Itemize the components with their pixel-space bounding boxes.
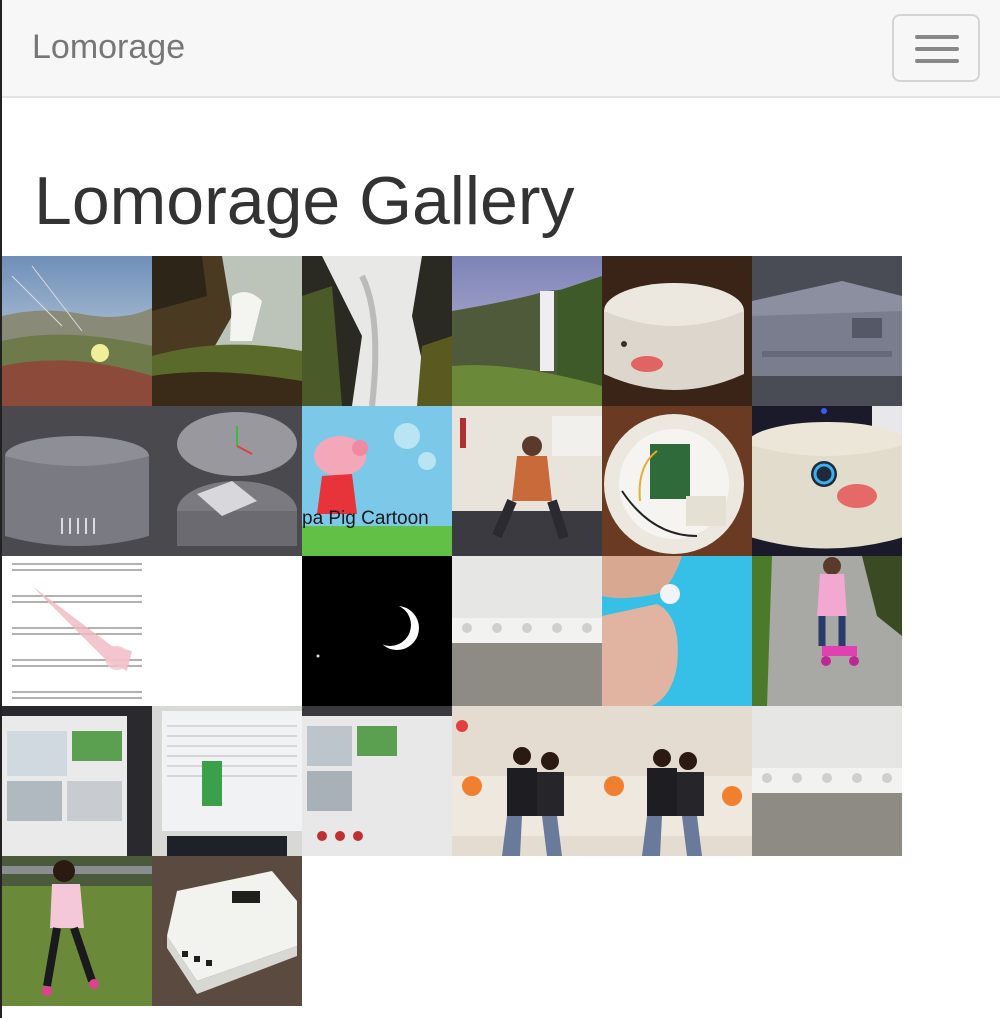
gallery-photo[interactable] xyxy=(452,706,602,856)
gallery-photo[interactable] xyxy=(602,256,752,406)
gallery-photo[interactable] xyxy=(152,256,302,406)
gallery-photo[interactable] xyxy=(752,406,902,556)
gallery-photo[interactable] xyxy=(152,856,302,1006)
gallery-photo[interactable] xyxy=(452,406,602,556)
gallery-photo[interactable]: pa Pig Cartoon xyxy=(302,406,452,556)
photo-caption-text: pa Pig Cartoon xyxy=(302,508,429,529)
gallery-photo[interactable] xyxy=(152,406,302,556)
window-edge xyxy=(0,0,2,1018)
menu-toggle-button[interactable] xyxy=(892,14,980,82)
gallery-photo[interactable] xyxy=(752,256,902,406)
gallery-photo[interactable] xyxy=(302,706,452,856)
gallery-photo[interactable] xyxy=(2,256,152,406)
gallery-photo[interactable] xyxy=(752,706,902,856)
gallery-photo[interactable] xyxy=(752,556,902,706)
gallery-photo[interactable] xyxy=(302,556,452,706)
gallery-photo[interactable] xyxy=(152,556,302,706)
gallery-photo[interactable] xyxy=(602,706,752,856)
navbar-brand[interactable]: Lomorage xyxy=(32,28,185,67)
gallery-photo[interactable] xyxy=(602,406,752,556)
gallery-photo[interactable] xyxy=(2,706,152,856)
gallery-photo[interactable] xyxy=(2,406,152,556)
gallery-photo[interactable] xyxy=(452,256,602,406)
gallery-photo[interactable] xyxy=(302,256,452,406)
gallery-photo[interactable] xyxy=(452,556,602,706)
gallery-photo[interactable] xyxy=(2,556,152,706)
gallery-photo[interactable] xyxy=(152,706,302,856)
navbar: Lomorage xyxy=(0,0,1000,98)
gallery-photo[interactable] xyxy=(602,556,752,706)
page-title: Lomorage Gallery xyxy=(34,163,575,239)
gallery-photo[interactable] xyxy=(2,856,152,1006)
